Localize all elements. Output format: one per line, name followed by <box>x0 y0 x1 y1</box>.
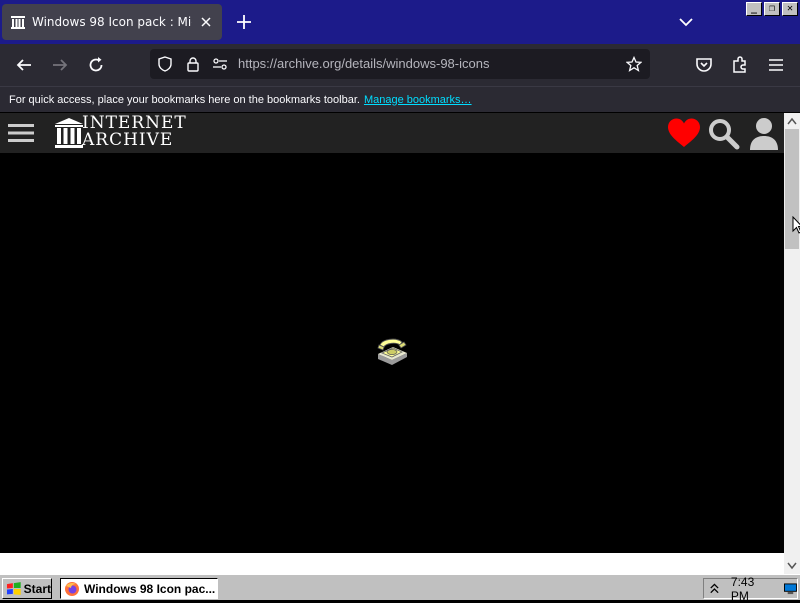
bookmarks-toolbar: For quick access, place your bookmarks h… <box>0 86 800 112</box>
permissions-icon[interactable] <box>212 56 228 72</box>
taskbar-item-label: Windows 98 Icon pac... <box>84 581 216 596</box>
close-window-button[interactable]: ✕ <box>782 2 798 16</box>
search-icon[interactable] <box>708 118 740 150</box>
site-header: INTERNET ARCHIVE <box>0 113 784 153</box>
page-body-strip <box>0 553 784 574</box>
shield-icon[interactable] <box>157 56 173 72</box>
menu-icon[interactable] <box>766 55 786 75</box>
bookmarks-hint: For quick access, place your bookmarks h… <box>9 93 360 106</box>
user-account-icon[interactable] <box>748 116 780 150</box>
tab-active[interactable]: Windows 98 Icon pack : Microsoft <box>2 4 222 40</box>
donate-heart-icon[interactable] <box>667 117 701 149</box>
start-button[interactable]: Start <box>2 578 52 599</box>
extensions-icon[interactable] <box>730 55 750 75</box>
chevron-down-icon[interactable] <box>678 14 694 30</box>
mouse-cursor-icon <box>792 216 800 234</box>
start-label: Start <box>23 581 51 596</box>
restore-button[interactable]: ❐ <box>764 2 780 16</box>
lock-icon[interactable] <box>185 56 201 72</box>
tray-expand-icon[interactable] <box>708 582 721 596</box>
close-tab-icon[interactable] <box>198 14 214 30</box>
taskbar-item-firefox[interactable]: Windows 98 Icon pac... <box>60 578 218 599</box>
hamburger-menu-icon[interactable] <box>8 122 34 144</box>
forward-icon[interactable] <box>50 55 70 75</box>
item-viewer[interactable] <box>0 153 784 553</box>
windows-taskbar: Start Windows 98 Icon pac... 7:43 PM <box>0 574 800 603</box>
url-bar[interactable]: https://archive.org/details/windows-98-i… <box>150 49 650 79</box>
tab-title: Windows 98 Icon pack : Microsoft <box>32 15 192 29</box>
clock[interactable]: 7:43 PM <box>731 575 772 603</box>
internet-archive-wordmark[interactable]: INTERNET ARCHIVE <box>82 115 187 149</box>
scroll-up-icon[interactable] <box>784 113 800 129</box>
reload-icon[interactable] <box>86 55 106 75</box>
minimize-button[interactable]: _ <box>746 2 762 16</box>
telephone-dialer-icon <box>377 338 407 365</box>
windows-flag-icon <box>6 581 21 595</box>
pocket-icon[interactable] <box>694 55 714 75</box>
system-tray: 7:43 PM <box>703 575 798 603</box>
back-icon[interactable] <box>14 55 34 75</box>
archive-favicon-icon <box>11 16 25 29</box>
vertical-scrollbar[interactable] <box>784 113 800 574</box>
display-monitor-icon[interactable] <box>784 582 798 595</box>
new-tab-icon[interactable] <box>234 12 254 32</box>
firefox-icon <box>65 581 79 596</box>
window-controls: _ ❐ ✕ <box>746 2 798 16</box>
bookmark-star-icon[interactable] <box>626 56 642 72</box>
tab-strip: Windows 98 Icon pack : Microsoft _ ❐ ✕ <box>0 0 800 44</box>
scroll-down-icon[interactable] <box>784 558 800 574</box>
url-text[interactable]: https://archive.org/details/windows-98-i… <box>238 56 489 71</box>
manage-bookmarks-link[interactable]: Manage bookmarks… <box>364 94 472 106</box>
logo-line-2: ARCHIVE <box>82 130 174 150</box>
